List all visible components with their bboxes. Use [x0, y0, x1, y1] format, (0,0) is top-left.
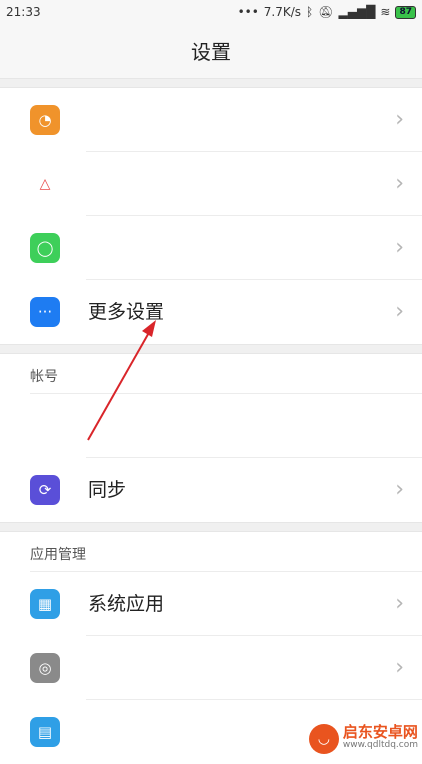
- watermark-logo-icon: ◡: [308, 724, 339, 754]
- mute-icon: 🔕︎: [318, 5, 334, 19]
- pie-chart-icon: ◔: [30, 105, 60, 135]
- settings-list: ◔ › △ › ◯ › ··· 更多设置 › 帐号 ⟳ 同步 › 应用管理 ▦ …: [0, 78, 422, 764]
- section-title: 帐号: [30, 369, 58, 385]
- more-dots-icon: •••: [237, 5, 259, 19]
- settings-row[interactable]: △ ›: [0, 152, 422, 216]
- watermark-url: www.qdltdq.com: [342, 740, 418, 750]
- bluetooth-icon: ᛒ: [306, 5, 314, 19]
- status-icons: ••• 7.7K/s ᛒ 🔕︎ ▂▄▆█ ≋ 87: [238, 5, 416, 19]
- chevron-right-icon: ›: [395, 107, 404, 132]
- chevron-right-icon: ›: [395, 299, 404, 324]
- chevron-right-icon: ›: [395, 591, 404, 616]
- net-speed: 7.7K/s: [263, 5, 302, 19]
- page-title: 设置: [0, 26, 422, 78]
- warning-triangle-icon: △: [30, 169, 60, 199]
- document-icon: ▤: [30, 717, 60, 747]
- settings-row[interactable]: ◔ ›: [0, 88, 422, 152]
- system-apps-label: 系统应用: [88, 593, 165, 615]
- more-dots-icon: ···: [30, 297, 60, 327]
- camera-lens-icon: ◎: [30, 653, 60, 683]
- section-header-apps: 应用管理: [0, 532, 422, 572]
- battery-icon: 87: [395, 5, 416, 19]
- wifi-icon: ≋: [380, 5, 391, 19]
- sync-row[interactable]: ⟳ 同步 ›: [0, 458, 422, 522]
- watermark-title: 启东安卓网: [342, 723, 418, 741]
- chevron-right-icon: ›: [395, 477, 404, 502]
- section-header-account: 帐号: [0, 354, 422, 394]
- settings-row[interactable]: ◎ ›: [0, 636, 422, 700]
- more-settings-label: 更多设置: [88, 301, 165, 323]
- watermark: ◡ 启东安卓网 www.qdltdq.com: [308, 723, 418, 754]
- settings-row[interactable]: ◯ ›: [0, 216, 422, 280]
- system-apps-row[interactable]: ▦ 系统应用 ›: [0, 572, 422, 636]
- stopwatch-icon: ◯: [30, 233, 60, 263]
- more-settings-row[interactable]: ··· 更多设置 ›: [0, 280, 422, 344]
- chevron-right-icon: ›: [395, 171, 404, 196]
- section-title: 应用管理: [30, 547, 86, 563]
- signal-icon: ▂▄▆█: [338, 5, 376, 19]
- section-gap: [0, 344, 422, 354]
- sync-icon: ⟳: [30, 475, 60, 505]
- sync-label: 同步: [88, 479, 127, 501]
- status-bar: 21:33 ••• 7.7K/s ᛒ 🔕︎ ▂▄▆█ ≋ 87: [0, 0, 422, 26]
- status-time: 21:33: [6, 5, 41, 19]
- chevron-right-icon: ›: [395, 655, 404, 680]
- section-gap: [0, 78, 422, 88]
- chevron-right-icon: ›: [395, 235, 404, 260]
- account-row[interactable]: [0, 394, 422, 458]
- grid-icon: ▦: [30, 589, 60, 619]
- section-gap: [0, 522, 422, 532]
